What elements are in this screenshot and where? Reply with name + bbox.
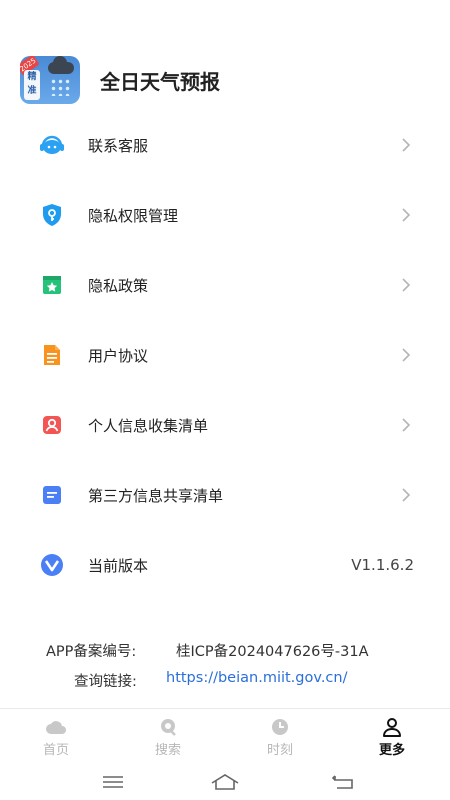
menu-item-label: 用户协议 xyxy=(88,346,149,365)
menu-item-label: 联系客服 xyxy=(88,136,149,155)
cloud-icon xyxy=(48,56,74,74)
settings-menu: 联系客服 隐私权限管理 隐私政策 用户协议 个人信息收集清单 第三方信息共享清单… xyxy=(0,110,450,600)
back-icon[interactable] xyxy=(323,770,363,794)
menu-item-current-version[interactable]: 当前版本 V1.1.6.2 xyxy=(0,530,450,600)
person-icon xyxy=(381,717,403,737)
menu-item-privacy-policy[interactable]: 隐私政策 xyxy=(0,250,450,320)
menu-item-customer-service[interactable]: 联系客服 xyxy=(0,110,450,180)
record-label: APP备案编号: xyxy=(46,644,137,660)
tab-more[interactable]: 更多 xyxy=(336,709,448,765)
chevron-right-icon xyxy=(400,207,412,223)
tab-moments[interactable]: 时刻 xyxy=(224,709,336,765)
accuracy-tag: 精准 xyxy=(24,70,40,100)
app-logo: 2025 精准 xyxy=(20,56,80,104)
chevron-right-icon xyxy=(400,277,412,293)
menu-item-third-party-sharing[interactable]: 第三方信息共享清单 xyxy=(0,460,450,530)
app-header: 2025 精准 全日天气预报 xyxy=(20,55,220,105)
shield-key-icon xyxy=(38,201,66,229)
menu-item-label: 隐私政策 xyxy=(88,276,149,295)
bottom-tab-bar: 首页 搜索 时刻 更多 xyxy=(0,708,450,765)
record-number: 桂ICP备2024047626号-31A xyxy=(176,644,369,660)
menu-item-label: 当前版本 xyxy=(88,556,149,575)
version-number: V1.1.6.2 xyxy=(351,556,414,574)
chevron-right-icon xyxy=(400,417,412,433)
person-card-icon xyxy=(38,411,66,439)
tab-label: 更多 xyxy=(378,743,405,758)
tab-search[interactable]: 搜索 xyxy=(112,709,224,765)
tab-label: 首页 xyxy=(42,743,69,758)
menu-item-privacy-permissions[interactable]: 隐私权限管理 xyxy=(0,180,450,250)
chevron-right-icon xyxy=(400,487,412,503)
menu-item-label: 隐私权限管理 xyxy=(88,206,179,225)
link-label: 查询链接: xyxy=(74,674,137,690)
tab-home[interactable]: 首页 xyxy=(0,709,112,765)
cloud-icon xyxy=(45,717,67,737)
menu-item-label: 个人信息收集清单 xyxy=(88,416,209,435)
customer-service-icon xyxy=(38,131,66,159)
document-icon xyxy=(38,341,66,369)
system-nav-bar xyxy=(0,764,450,800)
menu-item-label: 第三方信息共享清单 xyxy=(88,486,224,505)
chevron-right-icon xyxy=(400,347,412,363)
rain-icon xyxy=(50,78,72,96)
chevron-right-icon xyxy=(400,137,412,153)
search-bubble-icon xyxy=(157,717,179,737)
menu-item-personal-info-list[interactable]: 个人信息收集清单 xyxy=(0,390,450,460)
tab-label: 时刻 xyxy=(266,743,293,758)
clock-icon xyxy=(269,717,291,737)
home-icon[interactable] xyxy=(205,770,245,794)
app-title: 全日天气预报 xyxy=(100,69,220,94)
star-bookmark-icon xyxy=(38,271,66,299)
menu-icon[interactable] xyxy=(93,770,133,794)
version-v-icon xyxy=(38,551,66,579)
list-doc-icon xyxy=(38,481,66,509)
record-link[interactable]: https://beian.miit.gov.cn/ xyxy=(166,670,347,686)
menu-item-user-agreement[interactable]: 用户协议 xyxy=(0,320,450,390)
tab-label: 搜索 xyxy=(154,743,181,758)
